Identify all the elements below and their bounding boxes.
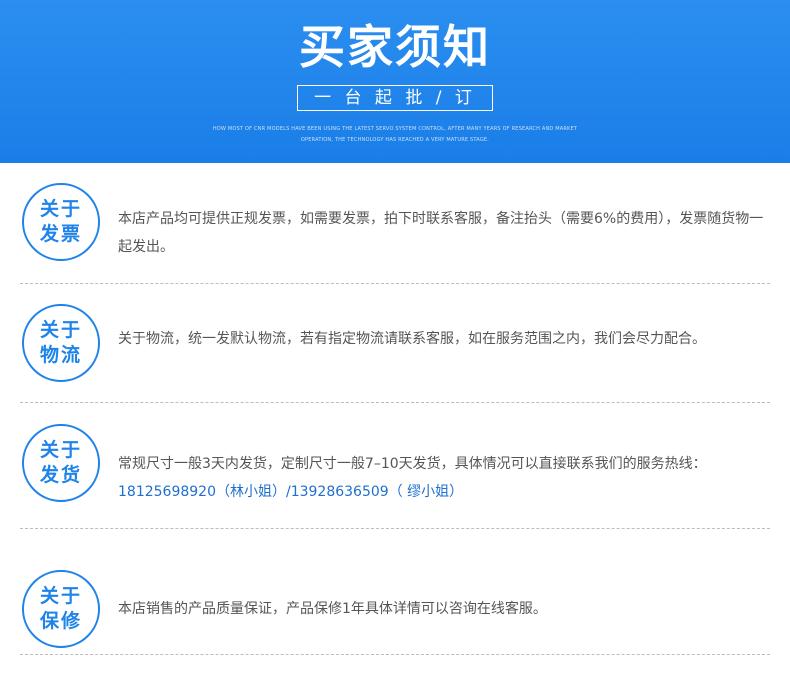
divider: [20, 654, 770, 655]
warranty-badge-bottom: 保修: [39, 610, 82, 632]
shipping-badge-bottom: 发货: [39, 464, 82, 486]
page-title: 买家须知: [299, 20, 491, 74]
shipping-text-body: 常规尺寸一般3天内发货，定制尺寸一般7–10天发货，具体情况可以直接联系我们的服…: [118, 456, 707, 472]
warranty-badge-top: 关于: [39, 585, 82, 607]
section-invoice: 关于 发票 本店产品均可提供正规发票，如需要发票，拍下时联系客服，备注抬头（需要…: [0, 163, 790, 283]
warranty-text: 本店销售的产品质量保证，产品保修1年具体详情可以咨询在线客服。: [118, 601, 547, 617]
logistics-badge-top: 关于: [39, 319, 82, 341]
shipping-badge-top: 关于: [39, 439, 82, 461]
banner-english-line-1: HOW MOST OF CNR MODELS HAVE BEEN USING T…: [212, 126, 578, 132]
banner-english-text: HOW MOST OF CNR MODELS HAVE BEEN USING T…: [0, 124, 790, 146]
shipping-text: 常规尺寸一般3天内发货，定制尺寸一般7–10天发货，具体情况可以直接联系我们的服…: [118, 450, 768, 506]
invoice-badge-bottom: 发票: [39, 223, 82, 245]
invoice-badge: 关于 发票: [22, 183, 100, 261]
banner-english-line-2: OPERATION, THE TECHNOLOGY HAS REACHED A …: [300, 137, 490, 143]
shipping-badge: 关于 发货: [22, 424, 100, 502]
logistics-text: 关于物流，统一发默认物流，若有指定物流请联系客服，如在服务范围之内，我们会尽力配…: [118, 331, 706, 347]
warranty-badge: 关于 保修: [22, 570, 100, 648]
section-logistics: 关于 物流 关于物流，统一发默认物流，若有指定物流请联系客服，如在服务范围之内，…: [0, 283, 790, 403]
service-hotline[interactable]: 18125698920（林小姐）/13928636509（ 缪小姐）: [118, 484, 463, 500]
logistics-badge-bottom: 物流: [39, 344, 82, 366]
invoice-badge-top: 关于: [39, 198, 82, 220]
banner-subtitle: 一 台 起 批 / 订: [297, 85, 493, 111]
invoice-text: 本店产品均可提供正规发票，如需要发票，拍下时联系客服，备注抬头（需要6%的费用）…: [118, 211, 764, 255]
section-shipping: 关于 发货 常规尺寸一般3天内发货，定制尺寸一般7–10天发货，具体情况可以直接…: [0, 402, 790, 522]
logistics-badge: 关于 物流: [22, 304, 100, 382]
section-warranty: 关于 保修 本店销售的产品质量保证，产品保修1年具体详情可以咨询在线客服。: [0, 528, 790, 648]
header-banner: 买家须知 一 台 起 批 / 订 HOW MOST OF CNR MODELS …: [0, 0, 790, 163]
